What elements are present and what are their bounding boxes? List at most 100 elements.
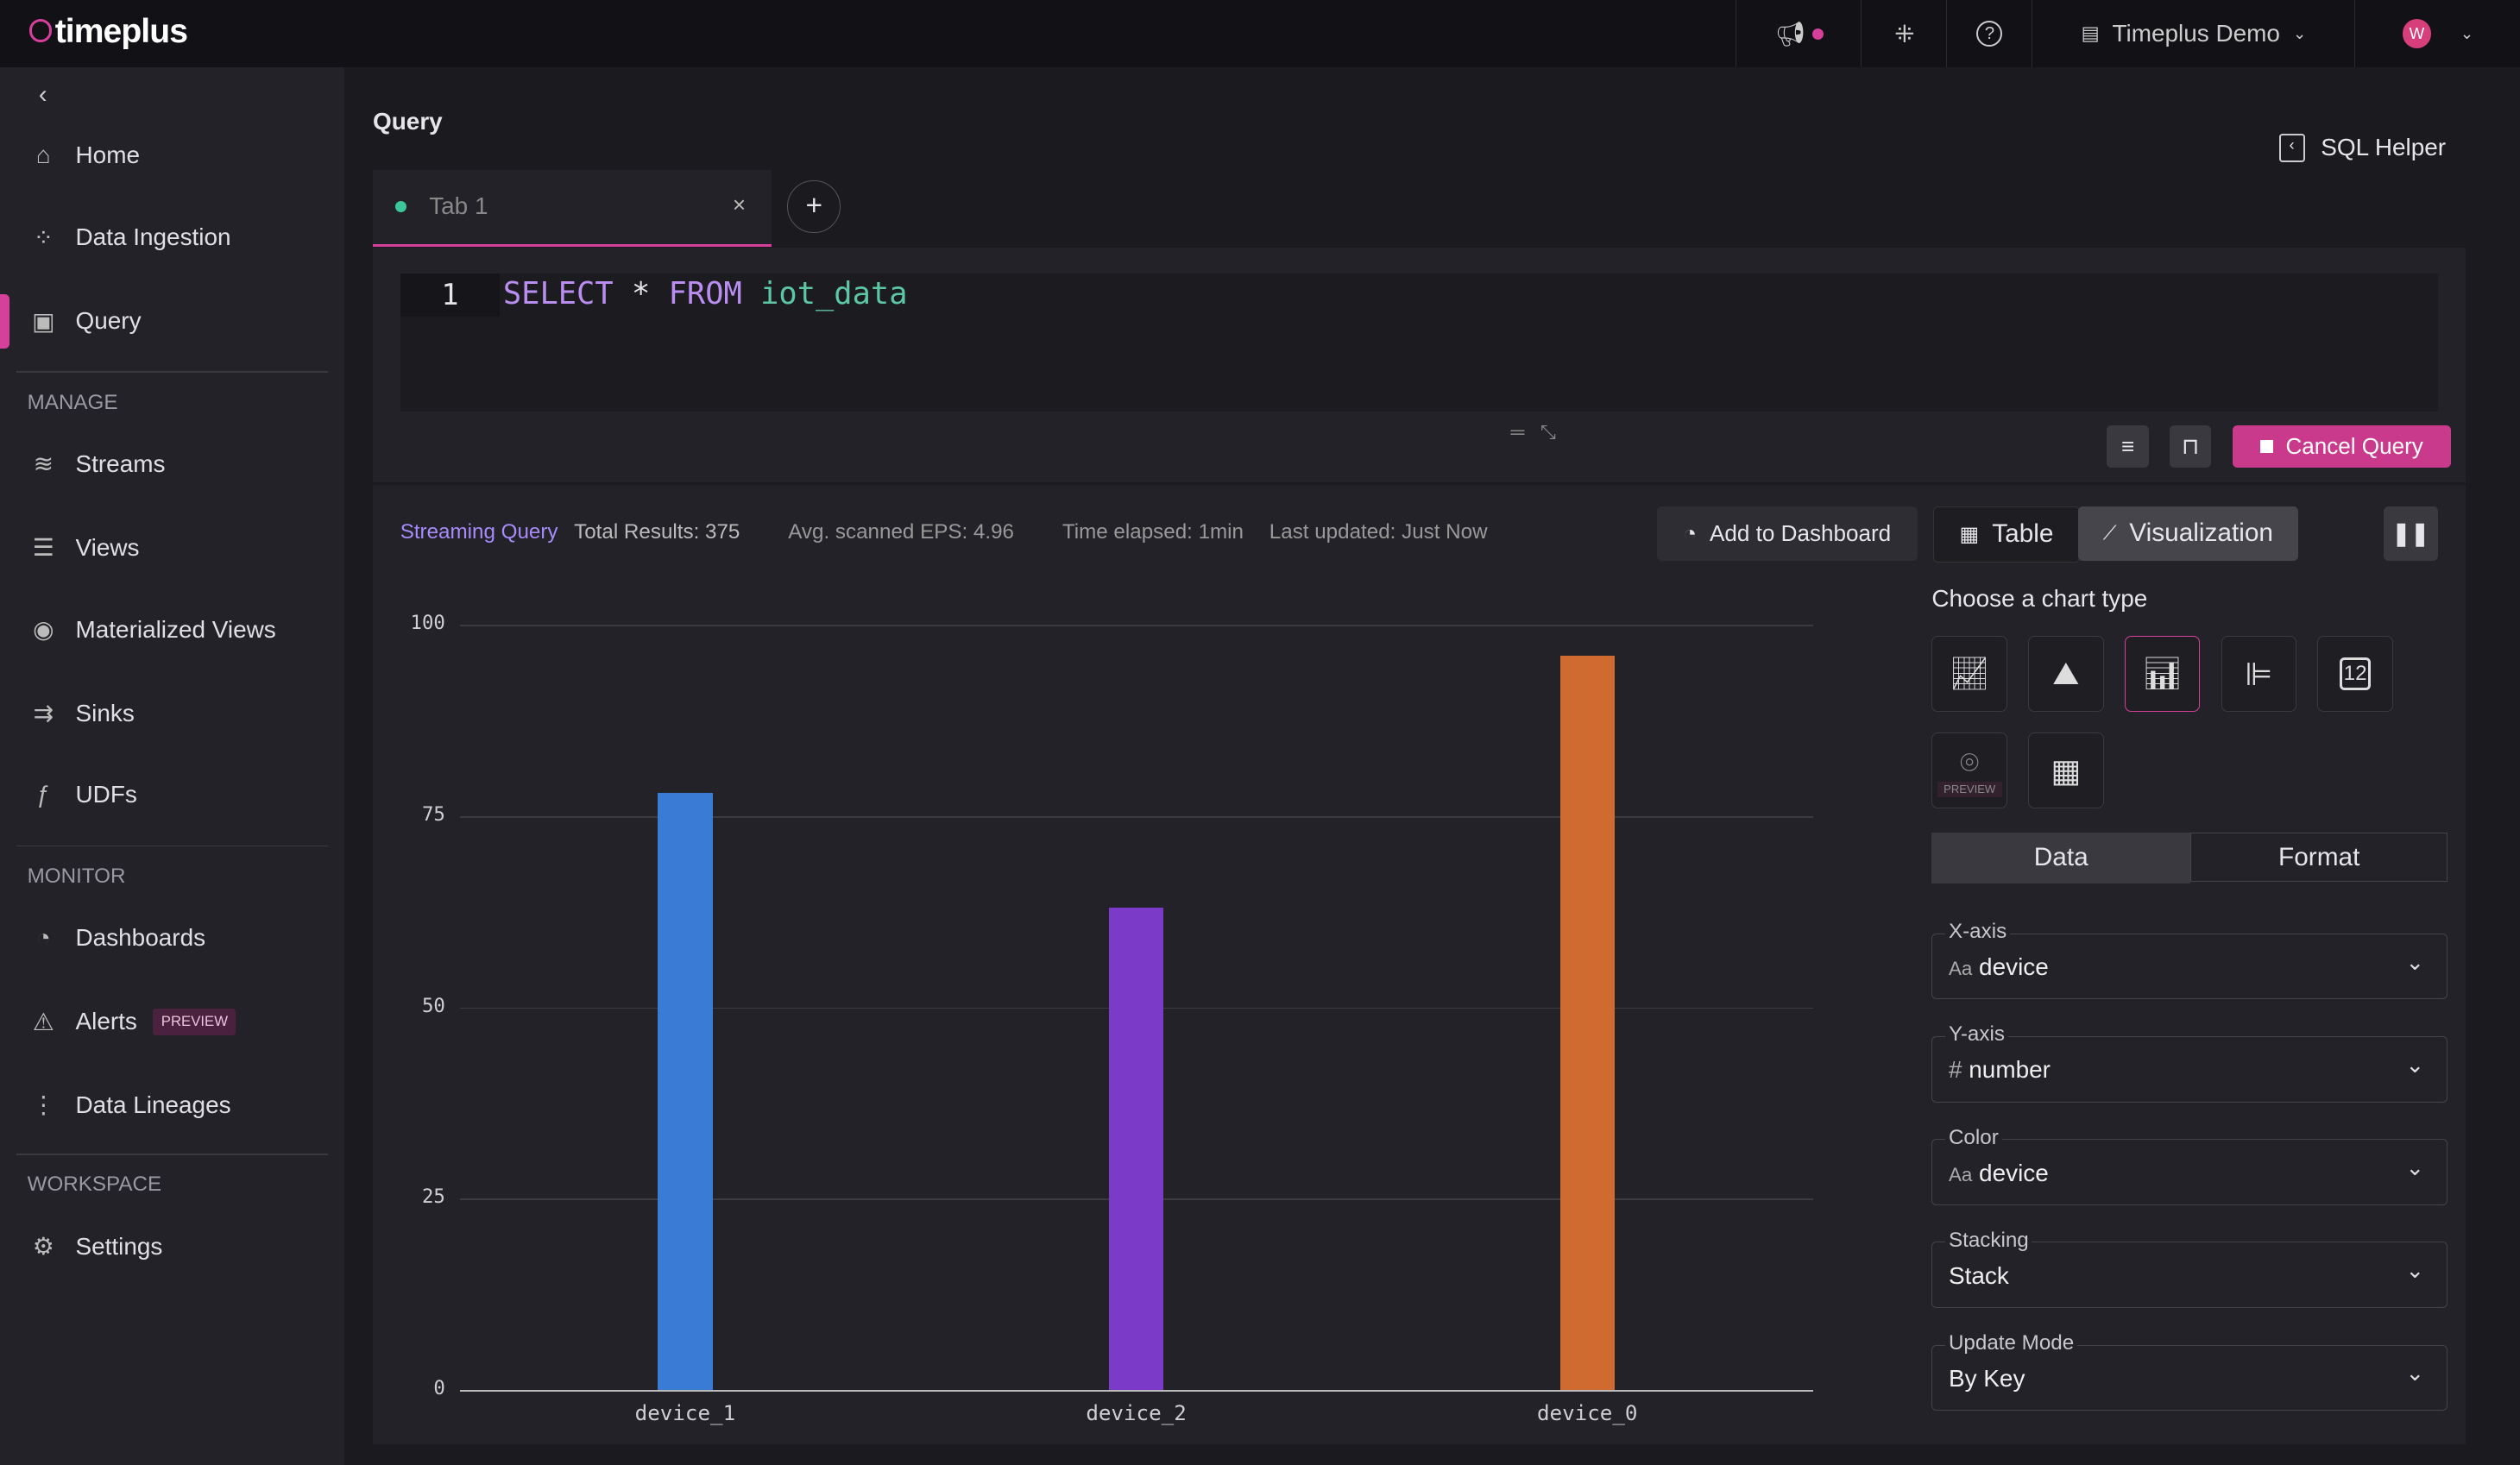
color-select[interactable]: Color Aa device ⌄ — [1931, 1125, 2448, 1205]
gridline — [459, 1389, 1813, 1392]
help-button[interactable]: ? — [1946, 0, 2032, 68]
gridline — [459, 625, 1813, 627]
horizontal-bar-icon: ⊫ — [2245, 656, 2273, 693]
sidebar-item-streams[interactable]: ≋ Streams — [28, 450, 166, 478]
line-chart-icon: 📈︎ — [1949, 655, 1990, 692]
sidebar-item-sinks[interactable]: ⇉ Sinks — [28, 699, 135, 727]
y-tick-label: 75 — [421, 803, 445, 827]
line-number: 1 — [400, 273, 501, 317]
sql-helper-button[interactable]: ‹ SQL Helper — [2278, 133, 2446, 163]
logo[interactable]: timeplus — [28, 13, 188, 51]
x-tick-label: device_2 — [1086, 1400, 1187, 1425]
chart-type-area[interactable]: ⛰︎ — [2028, 636, 2104, 713]
add-tab-button[interactable]: + — [787, 179, 841, 234]
format-tab[interactable]: Format — [2190, 832, 2448, 883]
x-tick-label: device_0 — [1536, 1400, 1638, 1425]
logo-mark — [28, 19, 52, 42]
eye-folder-icon: ◉ — [33, 616, 54, 644]
y-tick-label: 0 — [433, 1376, 445, 1399]
x-tick-label: device_1 — [634, 1400, 736, 1425]
divider — [16, 1154, 328, 1155]
lineage-icon: ⋮ — [31, 1091, 56, 1119]
section-monitor: MONITOR — [27, 864, 126, 888]
single-value-icon: 12 — [2339, 657, 2372, 691]
add-to-dashboard-button[interactable]: ◔ Add to Dashboard — [1656, 506, 1918, 561]
sql-editor[interactable]: 1 SELECT * FROM iot_data — [400, 273, 2438, 412]
megaphone-icon: 📢︎ — [1774, 20, 1806, 47]
visualization-view-tab[interactable]: ⟋ Visualization — [2077, 506, 2298, 561]
sinks-icon: ⇉ — [33, 700, 54, 727]
stacking-select[interactable]: Stacking Stack ⌄ — [1931, 1228, 2448, 1308]
chart-type-table[interactable]: ▦ — [2028, 732, 2104, 808]
streams-icon: ≋ — [33, 450, 54, 478]
sidebar-item-data-lineages[interactable]: ⋮ Data Lineages — [28, 1091, 230, 1119]
y-tick-label: 50 — [421, 994, 445, 1017]
bookmark-button[interactable]: ⊓ — [2169, 425, 2212, 468]
divider — [16, 371, 328, 374]
sidebar-item-data-ingestion[interactable]: ⁘ Data Ingestion — [28, 223, 231, 252]
format-icon: ≡ — [2120, 433, 2135, 460]
chart-type-line[interactable]: 📈︎ — [1931, 636, 2008, 713]
building-icon: ▤ — [2081, 22, 2100, 45]
chevron-down-icon: ⌄ — [2405, 948, 2425, 975]
chart-type-single-value[interactable]: 12 — [2317, 636, 2393, 713]
section-workspace: WORKSPACE — [27, 1173, 162, 1197]
area-chart-icon: ⛰︎ — [2052, 655, 2080, 692]
line-chart-icon: ⟋ — [2102, 522, 2117, 544]
sidebar-item-udfs[interactable]: ƒ UDFs — [28, 781, 137, 808]
tab-1[interactable]: Tab 1 × — [373, 170, 772, 248]
chart-type-label: Choose a chart type — [1931, 584, 2148, 612]
sidebar-item-alerts[interactable]: ⚠︎ Alerts PREVIEW — [28, 1008, 236, 1036]
chart-type-bar[interactable]: 📊︎ — [2124, 636, 2201, 713]
y-tick-label: 25 — [421, 1185, 445, 1209]
pause-icon: ❚❚ — [2391, 519, 2430, 546]
collapse-sidebar-icon[interactable]: ‹ — [39, 80, 47, 110]
query-icon: ▣ — [32, 307, 55, 335]
chevron-down-icon: ⌄ — [2405, 1051, 2425, 1078]
sidebar-item-home[interactable]: ⌂ Home — [28, 141, 140, 169]
x-axis-select[interactable]: X-axis Aa device ⌄ — [1931, 920, 2448, 1000]
close-tab-icon[interactable]: × — [733, 192, 746, 218]
bar-chart-icon: 📊︎ — [2142, 655, 2183, 692]
alarm-icon: ⚠︎ — [32, 1008, 54, 1035]
chevron-down-icon: ⌄ — [2460, 24, 2474, 43]
table-view-tab[interactable]: ▦ Table — [1933, 506, 2080, 563]
section-manage: MANAGE — [27, 390, 118, 414]
data-tab[interactable]: Data — [1931, 832, 2191, 884]
sidebar: ‹ ⌂ Home ⁘ Data Ingestion ▣ Query MANAGE ≋ S… — [0, 67, 344, 1465]
active-indicator — [0, 293, 10, 349]
user-menu[interactable]: W ⌄ — [2354, 0, 2520, 68]
pause-button[interactable]: ❚❚ — [2383, 506, 2438, 561]
sidebar-item-materialized-views[interactable]: ◉ Materialized Views — [28, 615, 276, 644]
preview-badge: PREVIEW — [153, 1008, 236, 1035]
chevron-down-icon: ⌄ — [2405, 1154, 2425, 1181]
notification-dot — [1811, 28, 1824, 40]
resize-handle-icon[interactable]: ═ ⤡ — [1510, 421, 1555, 443]
sidebar-item-settings[interactable]: ⚙ Settings — [28, 1232, 163, 1261]
sidebar-item-dashboards[interactable]: ◔ Dashboards — [28, 924, 205, 952]
query-status: Streaming Query Total Results: 375 Avg. … — [400, 520, 1488, 544]
sidebar-item-views[interactable]: ☰ Views — [28, 533, 140, 562]
sql-code: SELECT * FROM iot_data — [502, 276, 908, 312]
chart-type-map[interactable]: ⌾ PREVIEW — [1931, 732, 2008, 808]
slack-button[interactable]: ⁜ — [1861, 0, 1947, 68]
update-mode-select[interactable]: Update Mode By Key ⌄ — [1931, 1330, 2448, 1412]
chart-type-horizontal-bar[interactable]: ⊫ — [2221, 636, 2297, 713]
table-icon: ▦ — [1959, 522, 1980, 546]
stop-icon — [2259, 440, 2273, 454]
format-button[interactable]: ≡ — [2107, 425, 2149, 468]
gear-icon: ⚙ — [32, 1233, 54, 1261]
bar-device_1[interactable] — [658, 793, 713, 1390]
announcements-button[interactable]: 📢︎ — [1736, 0, 1862, 68]
workspace-selector[interactable]: ▤ Timeplus Demo ⌄ — [2031, 0, 2355, 68]
sidebar-item-query[interactable]: ▣ Query — [28, 307, 141, 336]
bar-device_2[interactable] — [1108, 908, 1164, 1390]
panel-icon: ‹ — [2278, 133, 2305, 163]
bar-device_0[interactable] — [1559, 655, 1615, 1390]
chevron-down-icon: ⌄ — [2292, 24, 2307, 43]
y-axis-select[interactable]: Y-axis # number ⌄ — [1931, 1022, 2448, 1103]
gauge-icon: ◔ — [1683, 519, 1698, 546]
chevron-down-icon: ⌄ — [2405, 1360, 2425, 1386]
chevron-down-icon: ⌄ — [2405, 1257, 2425, 1284]
cancel-query-button[interactable]: Cancel Query — [2232, 425, 2451, 468]
